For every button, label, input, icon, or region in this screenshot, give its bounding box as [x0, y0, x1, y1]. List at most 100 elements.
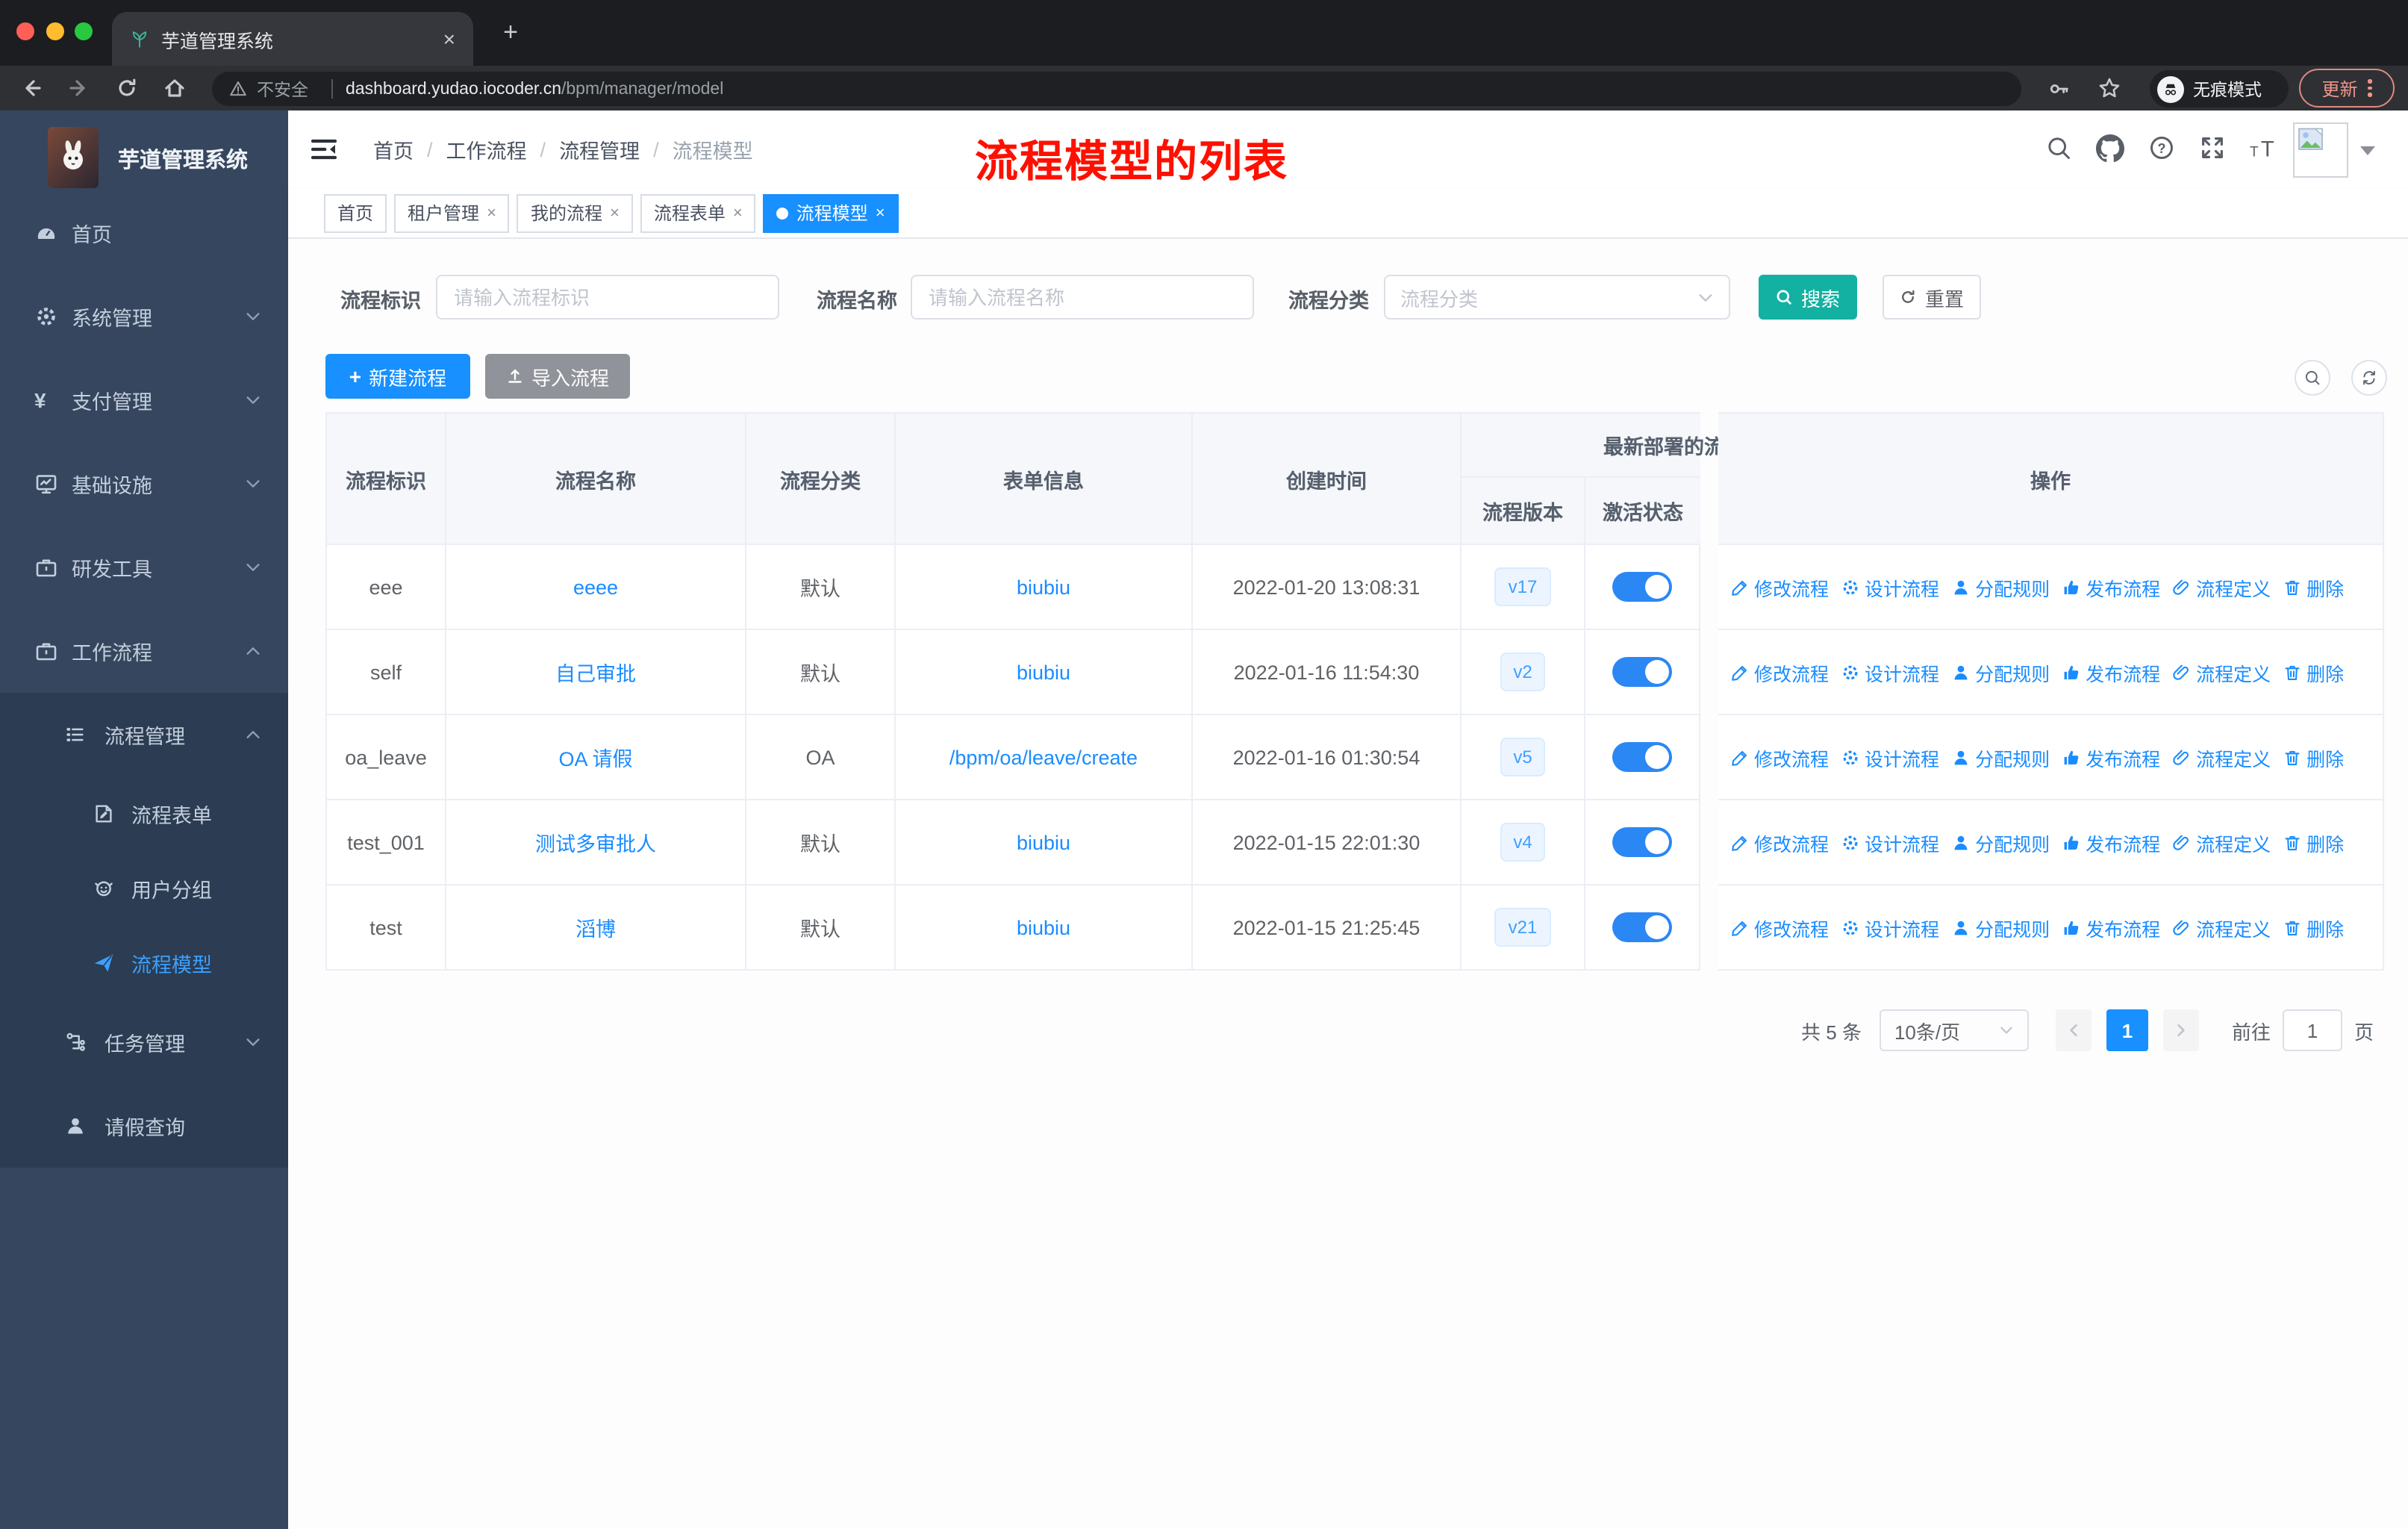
tag-home[interactable]: 首页 [324, 193, 387, 232]
goto-page-input[interactable] [2282, 1009, 2342, 1051]
process-definition-action[interactable]: 流程定义 [2172, 573, 2271, 601]
sidebar-item-task-mgmt[interactable]: 任务管理 [0, 1000, 288, 1084]
form-link[interactable]: biubiu [1017, 916, 1070, 938]
assign-rule-action[interactable]: 分配规则 [1951, 658, 2050, 686]
breadcrumb-process-mgmt[interactable]: 流程管理 [559, 134, 640, 164]
delete-action[interactable]: 删除 [2283, 913, 2344, 941]
sidebar-item-leave-query[interactable]: 请假查询 [0, 1084, 288, 1168]
active-toggle[interactable] [1612, 742, 1672, 772]
back-icon[interactable] [19, 76, 43, 100]
publish-process-action[interactable]: 发布流程 [2062, 573, 2160, 601]
new-tab-button[interactable] [496, 18, 525, 48]
tag-process-form[interactable]: 流程表单 [640, 193, 756, 232]
sidebar-item-home[interactable]: 首页 [0, 191, 288, 275]
sidebar-item-devtools[interactable]: 研发工具 [0, 526, 288, 609]
bookmark-star-icon[interactable] [2097, 76, 2121, 100]
process-definition-action[interactable]: 流程定义 [2172, 658, 2271, 686]
form-link[interactable]: biubiu [1017, 831, 1070, 853]
key-icon[interactable] [2048, 78, 2071, 100]
browser-tab[interactable]: 芋道管理系统 [112, 12, 473, 66]
design-process-action[interactable]: 设计流程 [1841, 573, 1939, 601]
publish-process-action[interactable]: 发布流程 [2062, 828, 2160, 856]
prev-page-button[interactable] [2055, 1009, 2092, 1051]
modify-process-action[interactable]: 修改流程 [1730, 658, 1829, 686]
home-icon[interactable] [163, 76, 187, 100]
browser-menu-icon[interactable] [2368, 79, 2372, 97]
tag-close-icon[interactable] [487, 204, 496, 222]
active-toggle[interactable] [1612, 657, 1672, 687]
sidebar-item-workflow[interactable]: 工作流程 [0, 609, 288, 693]
assign-rule-action[interactable]: 分配规则 [1951, 913, 2050, 941]
form-link[interactable]: /bpm/oa/leave/create [949, 746, 1138, 768]
reset-button[interactable]: 重置 [1883, 275, 1981, 320]
sidebar-collapse-icon[interactable] [309, 134, 339, 164]
publish-process-action[interactable]: 发布流程 [2062, 658, 2160, 686]
tag-close-icon[interactable] [876, 204, 885, 222]
avatar-caret-icon[interactable] [2360, 146, 2375, 157]
modify-process-action[interactable]: 修改流程 [1730, 828, 1829, 856]
active-toggle[interactable] [1612, 827, 1672, 857]
delete-action[interactable]: 删除 [2283, 658, 2344, 686]
breadcrumb-workflow[interactable]: 工作流程 [446, 134, 527, 164]
process-definition-action[interactable]: 流程定义 [2172, 913, 2271, 941]
model-name-link[interactable]: 测试多审批人 [535, 827, 656, 857]
design-process-action[interactable]: 设计流程 [1841, 658, 1939, 686]
reload-icon[interactable] [115, 76, 139, 100]
font-size-icon[interactable]: TT [2250, 134, 2278, 161]
filter-category-select[interactable]: 流程分类 [1384, 275, 1730, 320]
traffic-minimize-button[interactable] [46, 22, 64, 40]
refresh-table-button[interactable] [2351, 360, 2387, 396]
tag-process-model[interactable]: 流程模型 [763, 193, 899, 232]
design-process-action[interactable]: 设计流程 [1841, 913, 1939, 941]
model-name-link[interactable]: 自己审批 [555, 657, 636, 687]
traffic-maximize-button[interactable] [75, 22, 93, 40]
modify-process-action[interactable]: 修改流程 [1730, 743, 1829, 771]
form-link[interactable]: biubiu [1017, 661, 1070, 683]
active-toggle[interactable] [1612, 572, 1672, 602]
filter-key-input[interactable] [436, 275, 779, 320]
next-page-button[interactable] [2162, 1009, 2199, 1051]
search-button[interactable]: 搜索 [1759, 275, 1857, 320]
assign-rule-action[interactable]: 分配规则 [1951, 573, 2050, 601]
tag-tenant[interactable]: 租户管理 [394, 193, 510, 232]
assign-rule-action[interactable]: 分配规则 [1951, 828, 2050, 856]
model-name-link[interactable]: 滔博 [576, 912, 616, 942]
sidebar-item-infra[interactable]: 基础设施 [0, 442, 288, 526]
breadcrumb-home[interactable]: 首页 [373, 134, 414, 164]
tag-my-process[interactable]: 我的流程 [517, 193, 633, 232]
assign-rule-action[interactable]: 分配规则 [1951, 743, 2050, 771]
tag-close-icon[interactable] [610, 204, 620, 222]
create-process-button[interactable]: 新建流程 [325, 354, 470, 399]
sidebar-item-payment[interactable]: 支付管理 [0, 358, 288, 442]
filter-name-input[interactable] [911, 275, 1254, 320]
publish-process-action[interactable]: 发布流程 [2062, 913, 2160, 941]
modify-process-action[interactable]: 修改流程 [1730, 913, 1829, 941]
sidebar-item-process-mgmt[interactable]: 流程管理 [0, 693, 288, 776]
page-size-select[interactable]: 10条/页 [1879, 1009, 2029, 1051]
delete-action[interactable]: 删除 [2283, 743, 2344, 771]
sidebar-item-system[interactable]: 系统管理 [0, 275, 288, 358]
show-search-button[interactable] [2295, 360, 2330, 396]
update-button[interactable]: 更新 [2299, 69, 2395, 108]
form-link[interactable]: biubiu [1017, 576, 1070, 598]
user-avatar[interactable] [2293, 122, 2348, 178]
design-process-action[interactable]: 设计流程 [1841, 743, 1939, 771]
tag-close-icon[interactable] [733, 204, 743, 222]
current-page-button[interactable]: 1 [2106, 1009, 2148, 1051]
forward-icon[interactable] [67, 76, 91, 100]
publish-process-action[interactable]: 发布流程 [2062, 743, 2160, 771]
fullscreen-icon[interactable] [2199, 134, 2226, 161]
github-icon[interactable] [2096, 134, 2124, 163]
delete-action[interactable]: 删除 [2283, 573, 2344, 601]
search-icon[interactable] [2045, 134, 2072, 161]
active-toggle[interactable] [1612, 912, 1672, 942]
delete-action[interactable]: 删除 [2283, 828, 2344, 856]
model-name-link[interactable]: eeee [573, 576, 618, 598]
modify-process-action[interactable]: 修改流程 [1730, 573, 1829, 601]
tab-close-icon[interactable] [443, 27, 455, 51]
sidebar-item-process-form[interactable]: 流程表单 [0, 776, 288, 851]
process-definition-action[interactable]: 流程定义 [2172, 828, 2271, 856]
address-bar[interactable]: 不安全 dashboard.yudao.iocoder.cn/bpm/manag… [212, 72, 2021, 106]
sidebar-item-process-model[interactable]: 流程模型 [0, 926, 288, 1000]
help-icon[interactable]: ? [2148, 134, 2175, 161]
